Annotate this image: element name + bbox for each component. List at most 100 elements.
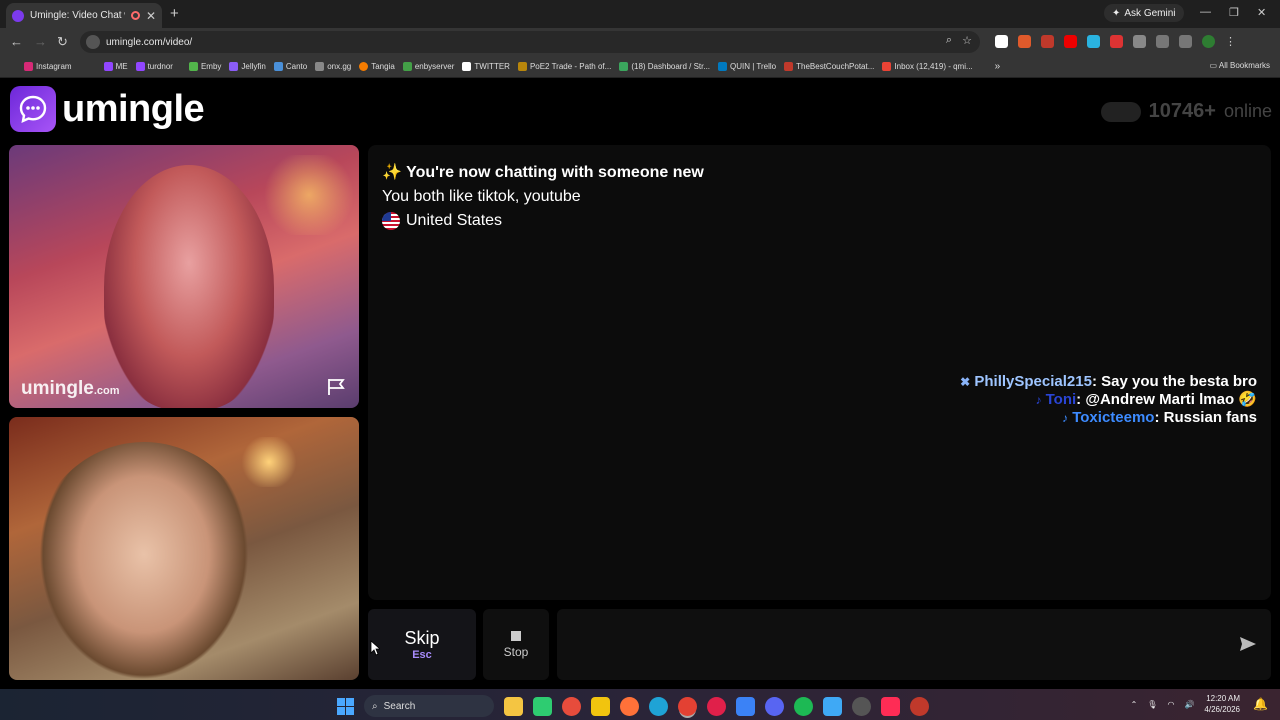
umingle-favicon-icon xyxy=(12,9,24,22)
discord-icon[interactable] xyxy=(765,696,784,716)
close-tab-icon[interactable]: ✕ xyxy=(146,9,156,23)
extensions-puzzle-icon[interactable] xyxy=(1133,35,1146,48)
site-info-icon[interactable] xyxy=(86,35,100,49)
restore-icon[interactable]: ❐ xyxy=(1229,6,1239,19)
bookmark-inbox[interactable]: Inbox (12,419) - qmi... xyxy=(882,62,973,71)
online-indicator: 10746+ online xyxy=(1100,100,1272,123)
ask-gemini-label: Ask Gemini xyxy=(1124,7,1176,19)
tray-chevron-icon[interactable]: ⌃ xyxy=(1131,700,1138,709)
theme-toggle[interactable] xyxy=(1100,101,1141,122)
send-icon[interactable] xyxy=(1239,635,1257,653)
spotify-icon[interactable] xyxy=(794,696,813,716)
self-video xyxy=(9,417,359,680)
bookmark-turdnor[interactable]: turdnor xyxy=(135,62,173,71)
all-bookmarks[interactable]: ▭ All Bookmarks xyxy=(1210,61,1270,70)
online-label: online xyxy=(1223,101,1272,121)
lamp xyxy=(239,437,299,487)
stop-button[interactable]: Stop xyxy=(483,609,549,680)
extension-heart-icon[interactable] xyxy=(1110,35,1123,48)
skip-shortcut: Esc xyxy=(412,649,432,661)
close-window-icon[interactable]: ✕ xyxy=(1257,6,1266,19)
play-icon[interactable] xyxy=(533,696,552,716)
gemini-icon: ✦ xyxy=(1112,7,1121,19)
reading-list-icon[interactable] xyxy=(1179,35,1192,48)
volume-icon[interactable]: 🔊 xyxy=(1184,700,1194,709)
zoom-icon[interactable]: ⌕ xyxy=(946,34,952,47)
bookmark-poe2[interactable]: PoE2 Trade - Path of... xyxy=(517,62,611,71)
app-cc-icon[interactable] xyxy=(910,696,929,716)
extensions-bar: ⋮ xyxy=(995,35,1238,48)
profile-avatar-icon[interactable] xyxy=(1202,35,1215,48)
sticky-notes-icon[interactable] xyxy=(591,696,610,716)
extension-fox-icon[interactable] xyxy=(1018,35,1031,48)
stranger-video: umingle.com xyxy=(9,145,359,408)
ask-gemini-button[interactable]: ✦ Ask Gemini xyxy=(1104,4,1184,22)
wifi-icon[interactable]: ◠ xyxy=(1167,700,1174,709)
dashboard-icon xyxy=(619,62,629,71)
tab-umingle[interactable]: Umingle: Video Chat with S ✕ xyxy=(6,3,162,28)
bookmark-trello[interactable]: QUIN | Trello xyxy=(718,62,776,71)
taskbar-search[interactable]: ⌕ Search xyxy=(364,695,494,717)
bookmark-me[interactable]: ME xyxy=(103,62,128,71)
forward-icon[interactable]: → xyxy=(34,34,47,49)
mouse-cursor-icon xyxy=(370,640,380,656)
extension-7tv-icon[interactable] xyxy=(1087,35,1100,48)
search-icon: ⌕ xyxy=(372,700,378,712)
tangia-icon xyxy=(359,62,369,71)
bookmark-onx[interactable]: onx.gg xyxy=(315,62,351,71)
menu-kebab-icon[interactable]: ⋮ xyxy=(1225,35,1238,48)
bookmark-tangia[interactable]: Tangia xyxy=(359,62,395,71)
chrome-icon[interactable] xyxy=(678,696,697,716)
obs-icon[interactable] xyxy=(852,696,871,716)
umingle-logo[interactable]: umingle xyxy=(10,86,205,132)
bookmark-star-icon[interactable]: ☆ xyxy=(962,34,972,47)
minimize-icon[interactable]: — xyxy=(1200,6,1211,18)
more-bookmarks-icon[interactable]: » xyxy=(995,61,1001,72)
skip-label: Skip xyxy=(404,628,440,648)
reload-icon[interactable]: ↻ xyxy=(57,34,68,50)
address-bar[interactable]: umingle.com/video/ ⌕ ☆ xyxy=(80,31,980,53)
microphone-icon[interactable]: 🎙 xyxy=(1147,700,1157,709)
clock[interactable]: 12:20 AM 4/26/2026 xyxy=(1204,693,1240,715)
bookmark-emby[interactable]: Emby xyxy=(188,62,221,71)
extension-youtube-icon[interactable] xyxy=(1064,35,1077,48)
bookmark-instagram[interactable]: Instagram xyxy=(24,62,72,71)
tiktok-live-icon[interactable] xyxy=(881,696,900,716)
back-icon[interactable]: ← xyxy=(10,34,23,49)
message-input[interactable] xyxy=(557,609,1197,680)
stop-label: Stop xyxy=(503,644,529,659)
us-flag-icon xyxy=(382,212,400,230)
instagram-icon xyxy=(24,62,33,71)
extension-k-icon[interactable] xyxy=(995,35,1008,48)
bookmark-twitter[interactable]: TWITTER xyxy=(462,62,510,71)
browser-tab-bar: Umingle: Video Chat with S ✕ + ✦ Ask Gem… xyxy=(0,0,1280,28)
start-windows-icon[interactable] xyxy=(337,697,354,715)
teams-icon[interactable] xyxy=(736,696,755,716)
new-tab-button[interactable]: + xyxy=(170,5,179,22)
system-message: ✨ You're now chatting with someone new Y… xyxy=(382,162,704,230)
umingle-watermark: umingle.com xyxy=(21,378,120,399)
app-red-icon[interactable] xyxy=(562,696,581,716)
bookmark-dashboard[interactable]: (18) Dashboard / Str... xyxy=(619,62,710,71)
onx-icon xyxy=(315,62,325,71)
tab-search-icon[interactable] xyxy=(1156,35,1169,48)
file-explorer-icon[interactable] xyxy=(504,696,523,716)
bookmark-canto[interactable]: Canto xyxy=(273,62,307,71)
bookmark-couchpotato[interactable]: TheBestCouchPotat... xyxy=(784,62,874,71)
windows-taskbar: ⌕ Search ⌃ 🎙 ◠ 🔊 12:20 AM 4/26/2026 🔔 xyxy=(0,689,1280,720)
stop-icon xyxy=(511,630,521,641)
notification-bell-icon[interactable]: 🔔 xyxy=(1253,697,1268,711)
report-flag-icon[interactable] xyxy=(327,378,347,396)
notepad-icon[interactable] xyxy=(823,696,842,716)
opera-icon[interactable] xyxy=(707,696,726,716)
bookmark-jellyfin[interactable]: Jellyfin xyxy=(229,62,266,71)
firefox-icon[interactable] xyxy=(620,696,639,716)
emby-icon xyxy=(188,62,198,71)
skip-button[interactable]: Skip Esc xyxy=(368,609,476,680)
extension-red-icon[interactable] xyxy=(1041,35,1054,48)
jellyfin-icon xyxy=(229,62,239,71)
bookmark-enbyserver[interactable]: enbyserver xyxy=(402,62,454,71)
logo-text: umingle xyxy=(62,87,205,130)
edge-icon[interactable] xyxy=(649,696,668,716)
recording-icon xyxy=(130,11,140,20)
